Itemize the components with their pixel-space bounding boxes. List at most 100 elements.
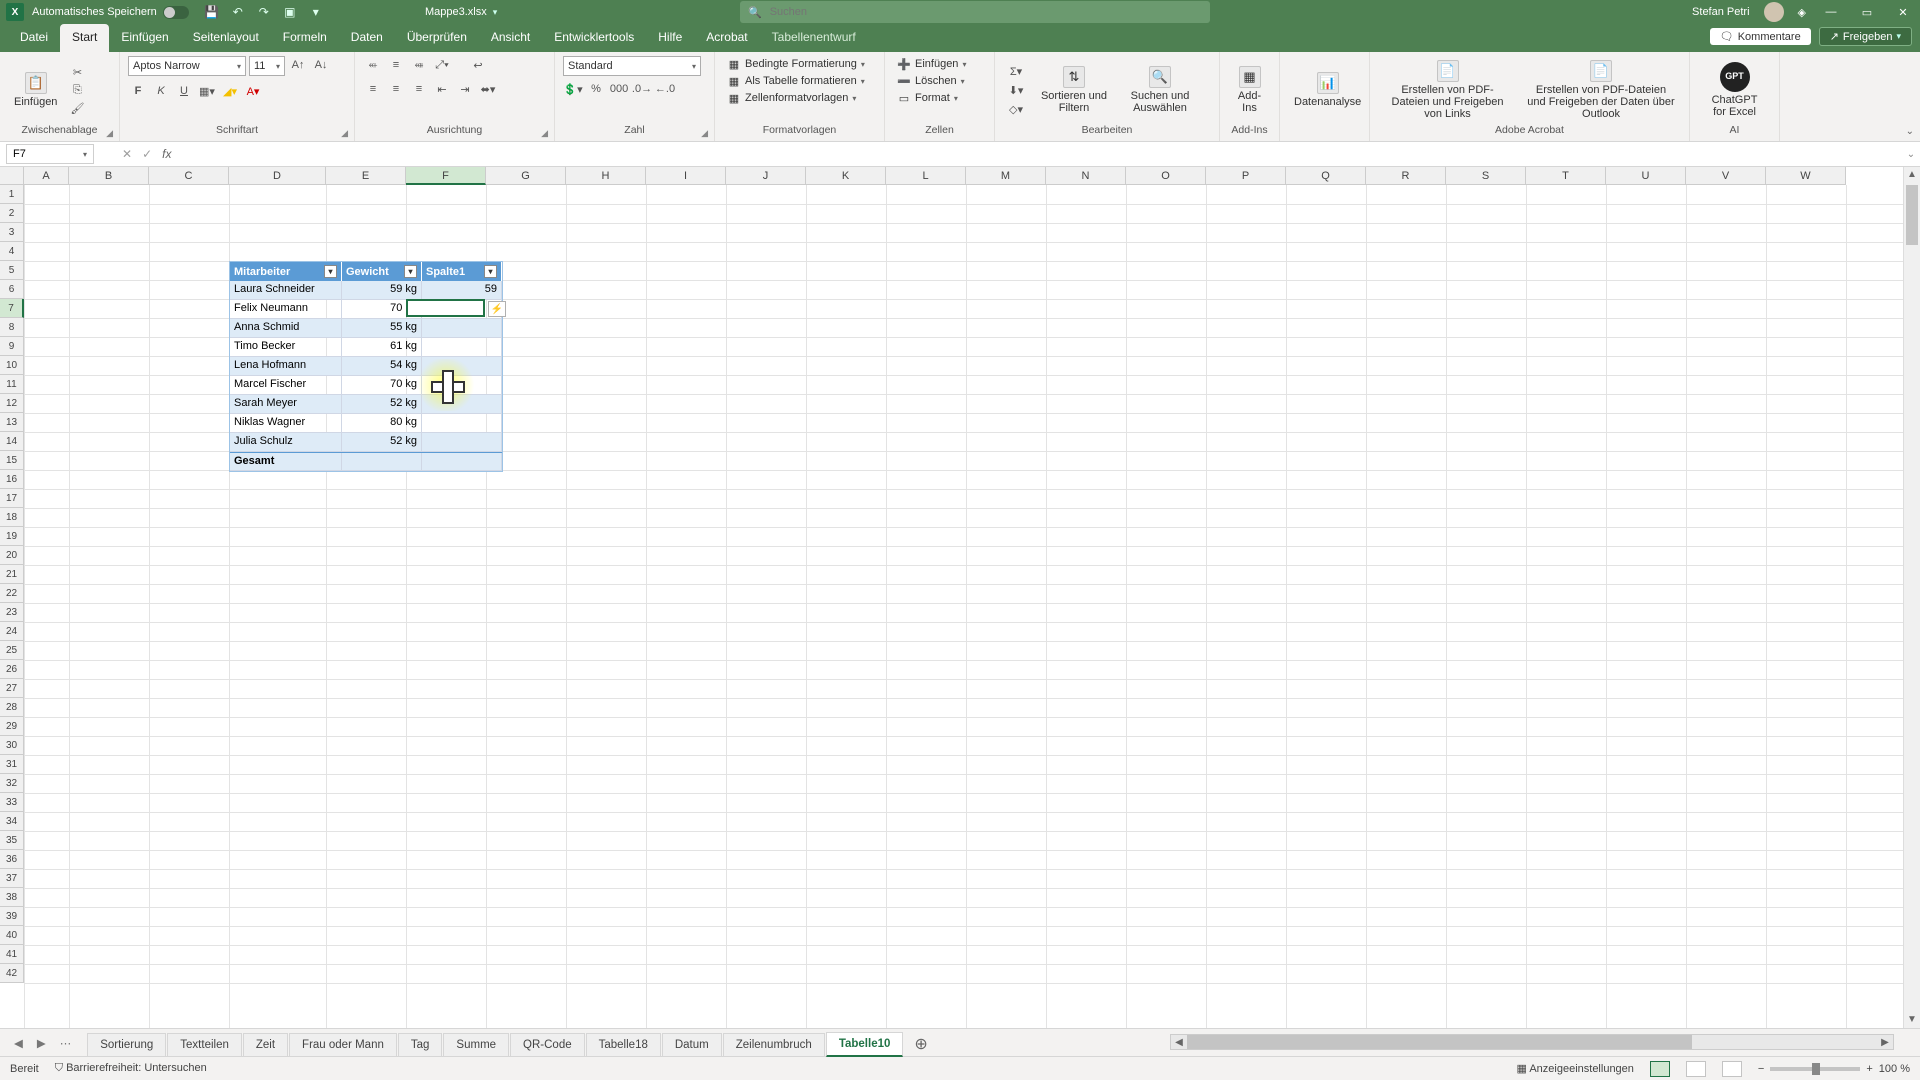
row-header[interactable]: 26 [0,660,24,679]
table-row[interactable]: Niklas Wagner80 kg [230,414,502,433]
acrobat-pdf-link-button[interactable]: 📄Erstellen von PDF-Dateien und Freigeben… [1378,58,1517,122]
table-cell[interactable] [422,319,502,338]
camera-icon[interactable]: ▣ [281,3,299,21]
row-header[interactable]: 28 [0,698,24,717]
row-header[interactable]: 23 [0,603,24,622]
row-header[interactable]: 37 [0,869,24,888]
copy-button[interactable]: ⎘ [67,81,87,99]
table-header-cell[interactable]: Mitarbeiter▾ [230,262,342,281]
tab-review[interactable]: Überprüfen [395,24,479,52]
table-cell[interactable]: 54 kg [342,357,422,376]
sheet-nav-next[interactable]: ▶ [33,1034,50,1052]
table-cell[interactable] [342,453,422,471]
tab-insert[interactable]: Einfügen [109,24,180,52]
row-header[interactable]: 39 [0,907,24,926]
table-cell[interactable]: 59 [422,281,502,300]
cancel-icon[interactable]: ✕ [122,147,132,161]
display-settings-button[interactable]: ▦ Anzeigeeinstellungen [1516,1062,1633,1075]
clear-button[interactable]: ◇▾ [1003,100,1029,118]
zoom-in-button[interactable]: + [1866,1063,1872,1075]
cell-styles-button[interactable]: ▦Zellenformatvorlagen▾ [723,90,860,106]
diamond-icon[interactable]: ◈ [1798,6,1806,19]
find-select-button[interactable]: 🔍Suchen und Auswählen [1119,64,1201,116]
column-header[interactable]: J [726,167,806,185]
row-header[interactable]: 17 [0,489,24,508]
table-cell[interactable] [422,395,502,414]
add-sheet-button[interactable]: ⊕ [904,1032,937,1056]
filter-button[interactable]: ▾ [324,265,337,278]
row-header[interactable]: 31 [0,755,24,774]
table-row[interactable]: Timo Becker61 kg [230,338,502,357]
row-header[interactable]: 33 [0,793,24,812]
restore-button[interactable]: ▭ [1856,1,1878,23]
row-header[interactable]: 25 [0,641,24,660]
row-header[interactable]: 30 [0,736,24,755]
align-left-button[interactable]: ≡ [363,80,383,98]
insert-cells-button[interactable]: ➕Einfügen▾ [893,56,970,72]
sheet-tab[interactable]: Summe [443,1033,509,1056]
table-total-row[interactable]: Gesamt [230,452,502,471]
vertical-scrollbar[interactable]: ▲ ▼ [1903,167,1920,1028]
scrollbar-thumb[interactable] [1906,185,1918,245]
row-header[interactable]: 20 [0,546,24,565]
search-box[interactable]: 🔍 [740,1,1210,23]
table-row[interactable]: Sarah Meyer52 kg [230,395,502,414]
column-headers[interactable]: ABCDEFGHIJKLMNOPQRSTUVW [24,167,1846,185]
page-layout-view-button[interactable] [1686,1061,1706,1077]
filename-area[interactable]: Mappe3.xlsx ▾ [425,6,497,18]
tab-developer[interactable]: Entwicklertools [542,24,646,52]
row-header[interactable]: 38 [0,888,24,907]
column-header[interactable]: R [1366,167,1446,185]
column-header[interactable]: O [1126,167,1206,185]
table-cell[interactable]: 70 kg [342,376,422,395]
dialog-launcher-icon[interactable]: ◢ [701,128,708,139]
sheet-tab[interactable]: Textteilen [167,1033,242,1056]
select-all-corner[interactable] [0,167,24,185]
row-header[interactable]: 11 [0,375,24,394]
tab-formulas[interactable]: Formeln [271,24,339,52]
page-break-view-button[interactable] [1722,1061,1742,1077]
column-header[interactable]: V [1686,167,1766,185]
number-format-combo[interactable]: Standard▾ [563,56,701,76]
horizontal-scrollbar[interactable]: ◀ ▶ [1170,1034,1894,1050]
row-header[interactable]: 14 [0,432,24,451]
row-header[interactable]: 27 [0,679,24,698]
table-cell[interactable]: 61 kg [342,338,422,357]
column-header[interactable]: K [806,167,886,185]
sort-filter-button[interactable]: ⇅Sortieren und Filtern [1033,64,1115,116]
share-button[interactable]: ↗ Freigeben ▾ [1819,27,1912,46]
filter-button[interactable]: ▾ [404,265,417,278]
filter-button[interactable]: ▾ [484,265,497,278]
tab-acrobat[interactable]: Acrobat [694,24,759,52]
autosave-toggle[interactable] [163,6,189,19]
row-header[interactable]: 8 [0,318,24,337]
font-size-combo[interactable]: 11▾ [249,56,285,76]
row-header[interactable]: 40 [0,926,24,945]
align-middle-button[interactable]: ≡ [386,56,406,74]
row-header[interactable]: 29 [0,717,24,736]
sheet-tab[interactable]: Sortierung [87,1033,166,1056]
column-header[interactable]: D [229,167,326,185]
format-cells-button[interactable]: ▭Format▾ [893,90,962,106]
table-row[interactable]: Marcel Fischer70 kg [230,376,502,395]
save-icon[interactable]: 💾 [203,3,221,21]
row-header[interactable]: 32 [0,774,24,793]
row-header[interactable]: 1 [0,185,24,204]
dialog-launcher-icon[interactable]: ◢ [341,128,348,139]
table-cell[interactable]: Felix Neumann [230,300,342,319]
column-header[interactable]: B [69,167,149,185]
column-header[interactable]: P [1206,167,1286,185]
column-header[interactable]: M [966,167,1046,185]
table-cell[interactable] [422,338,502,357]
table-cell[interactable] [422,357,502,376]
normal-view-button[interactable] [1650,1061,1670,1077]
tab-pagelayout[interactable]: Seitenlayout [181,24,271,52]
table-cell[interactable]: Anna Schmid [230,319,342,338]
table-row[interactable]: Julia Schulz52 kg [230,433,502,452]
chatgpt-button[interactable]: GPTChatGPT for Excel [1698,60,1771,120]
sheet-tab[interactable]: Zeilenumbruch [723,1033,825,1056]
table-cell[interactable]: Laura Schneider [230,281,342,300]
minimize-button[interactable]: — [1820,1,1842,23]
table-header-cell[interactable]: Spalte1▾ [422,262,502,281]
row-header[interactable]: 12 [0,394,24,413]
